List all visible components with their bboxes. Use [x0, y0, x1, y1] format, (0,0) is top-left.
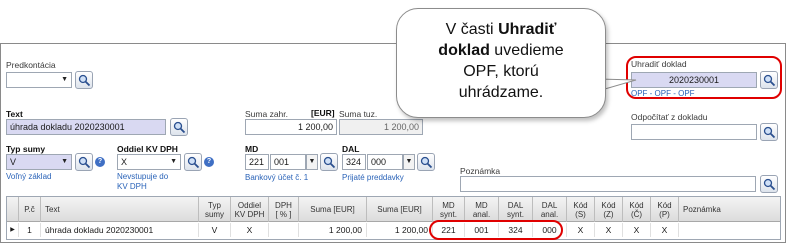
odpocitat-input[interactable]	[631, 124, 757, 140]
search-icon	[420, 156, 433, 169]
grid-header-suma2[interactable]: Suma [EUR]	[367, 197, 433, 222]
text-label: Text	[6, 109, 23, 119]
cell-kod-s[interactable]: X	[567, 223, 595, 237]
dal-synt-input[interactable]: 324	[342, 154, 366, 170]
cell-poznamka[interactable]	[679, 223, 780, 237]
suma-zahr-label: Suma zahr.	[245, 109, 288, 119]
text-input[interactable]: úhrada dokladu 2020230001	[6, 119, 166, 135]
chevron-down-icon: ▼	[61, 158, 68, 165]
callout-line-4: uhrádzame.	[458, 84, 544, 101]
chevron-down-icon: ▼	[405, 158, 413, 165]
cell-suma1[interactable]: 1 200,00	[299, 223, 367, 237]
cell-kod-c[interactable]: X	[623, 223, 651, 237]
callout-line-2: doklad uvedieme	[438, 42, 564, 59]
poznamka-label: Poznámka	[460, 166, 501, 176]
oddiel-label: Oddiel KV DPH	[117, 144, 178, 154]
cell-text[interactable]: úhrada dokladu 2020230001	[41, 223, 199, 237]
typ-sumy-description: Voľný základ	[6, 172, 52, 181]
cell-kod-z[interactable]: X	[595, 223, 623, 237]
dal-label: DAL	[342, 144, 360, 154]
grid-header-kod-p[interactable]: Kód (P)	[651, 197, 679, 222]
md-lookup-button[interactable]	[320, 153, 338, 171]
oddiel-value: X	[121, 157, 128, 167]
grid-header-typ[interactable]: Typ sumy	[199, 197, 231, 222]
dal-anal-input[interactable]: 000	[367, 154, 403, 170]
search-icon	[78, 156, 91, 169]
grid-header-dal-anal[interactable]: DAL anal.	[533, 197, 567, 222]
help-icon[interactable]: ?	[204, 157, 214, 167]
grid-header-dal-synt[interactable]: DAL synt.	[499, 197, 533, 222]
predkontacia-select[interactable]: ▼	[6, 72, 72, 88]
md-anal-input[interactable]: 001	[270, 154, 306, 170]
search-icon	[763, 126, 776, 139]
cell-suma2[interactable]: 1 200,00	[367, 223, 433, 237]
predkontacia-label: Predkontácia	[6, 60, 56, 70]
uhradit-highlight	[626, 56, 782, 99]
grid-header-pc[interactable]: P.č	[19, 197, 41, 222]
callout-line-3: OPF, ktorú	[463, 63, 539, 80]
md-label: MD	[245, 144, 259, 154]
dal-dropdown-button[interactable]: ▼	[403, 154, 415, 170]
typ-sumy-lookup-button[interactable]	[75, 153, 93, 171]
text-lookup-button[interactable]	[170, 118, 188, 136]
odpocitat-label: Odpočítať z dokladu	[631, 112, 708, 122]
md-synt-input[interactable]: 221	[245, 154, 269, 170]
md-description: Bankový účet č. 1	[245, 173, 309, 182]
currency-label: [EUR]	[311, 108, 335, 118]
poznamka-lookup-button[interactable]	[760, 175, 778, 193]
grid-header-marker	[7, 197, 19, 222]
poznamka-input[interactable]	[460, 176, 756, 192]
cell-typ[interactable]: V	[199, 223, 231, 237]
search-icon	[323, 156, 336, 169]
cell-oddiel[interactable]: X	[231, 223, 269, 237]
grid-header-text[interactable]: Text	[41, 197, 199, 222]
entries-grid: P.č Text Typ sumy Oddiel KV DPH DPH [ % …	[6, 196, 781, 240]
cell-dph[interactable]	[269, 223, 299, 237]
callout-joint	[592, 81, 598, 101]
grid-header-suma1[interactable]: Suma [EUR]	[299, 197, 367, 222]
chevron-down-icon: ▼	[61, 76, 68, 83]
cell-kod-p[interactable]: X	[651, 223, 679, 237]
typ-sumy-value: V	[10, 157, 17, 167]
dal-lookup-button[interactable]	[417, 153, 435, 171]
grid-header-dph[interactable]: DPH [ % ]	[269, 197, 299, 222]
grid-header-kod-c[interactable]: Kód (Č)	[623, 197, 651, 222]
predkontacia-lookup-button[interactable]	[75, 71, 93, 89]
odpocitat-lookup-button[interactable]	[760, 123, 778, 141]
search-icon	[763, 178, 776, 191]
typ-sumy-label: Typ sumy	[6, 144, 46, 154]
md-dropdown-button[interactable]: ▼	[306, 154, 318, 170]
oddiel-description: Nevstupuje do KV DPH	[117, 172, 169, 191]
grid-header-poznamka[interactable]: Poznámka	[679, 197, 780, 222]
suma-tuz-label: Suma tuz.	[339, 109, 378, 119]
table-row[interactable]: ▶ 1 úhrada dokladu 2020230001 V X 1 200,…	[7, 223, 780, 237]
accounts-highlight	[429, 220, 563, 240]
dal-description: Prijaté preddavky	[342, 173, 404, 182]
suma-zahr-input[interactable]: 1 200,00	[245, 119, 337, 135]
row-marker-icon: ▶	[7, 223, 19, 237]
cell-pc[interactable]: 1	[19, 223, 41, 237]
grid-header-kod-s[interactable]: Kód (S)	[567, 197, 595, 222]
help-icon[interactable]: ?	[95, 157, 105, 167]
oddiel-lookup-button[interactable]	[184, 153, 202, 171]
callout-line-1: V časti Uhradiť	[445, 21, 557, 38]
grid-header-oddiel[interactable]: Oddiel KV DPH	[231, 197, 269, 222]
grid-header-md-synt[interactable]: MD synt.	[433, 197, 465, 222]
typ-sumy-select[interactable]: V ▼	[6, 154, 72, 170]
suma-tuz-input: 1 200,00	[339, 119, 423, 135]
chevron-down-icon: ▼	[170, 158, 177, 165]
grid-header-md-anal[interactable]: MD anal.	[465, 197, 499, 222]
grid-header-kod-z[interactable]: Kód (Z)	[595, 197, 623, 222]
search-icon	[187, 156, 200, 169]
oddiel-select[interactable]: X ▼	[117, 154, 181, 170]
callout-bubble: V časti Uhradiť doklad uvedieme OPF, kto…	[396, 8, 606, 118]
search-icon	[78, 74, 91, 87]
grid-header: P.č Text Typ sumy Oddiel KV DPH DPH [ % …	[7, 197, 780, 222]
chevron-down-icon: ▼	[308, 158, 316, 165]
search-icon	[173, 121, 186, 134]
